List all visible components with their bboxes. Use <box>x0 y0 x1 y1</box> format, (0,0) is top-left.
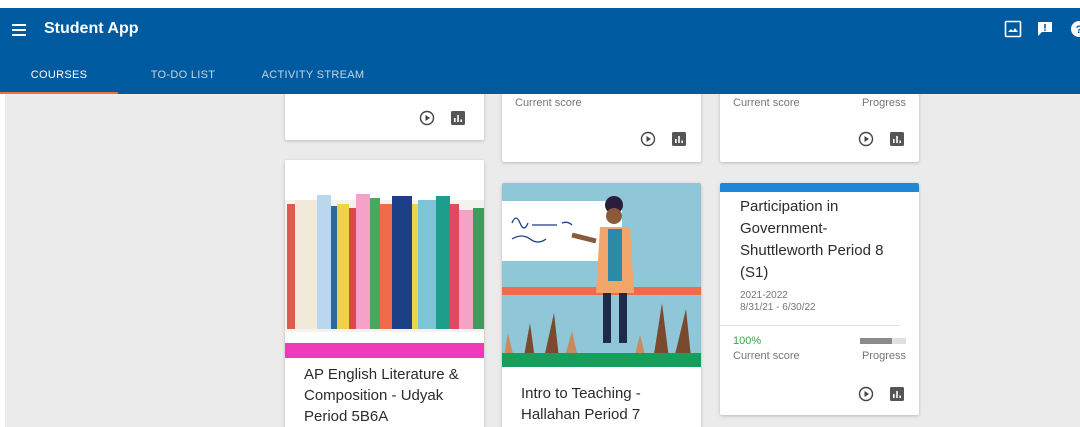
image-gallery-icon[interactable] <box>1004 20 1022 38</box>
progress-label: Progress <box>861 97 906 109</box>
svg-text:?: ? <box>1076 24 1080 36</box>
course-card-participation-government[interactable]: Participation in Government-Shuttleworth… <box>720 183 919 415</box>
bar-chart-icon[interactable] <box>671 131 687 147</box>
play-circle-icon[interactable] <box>419 110 435 126</box>
bar-chart-icon[interactable] <box>450 110 466 126</box>
card-actions <box>419 110 467 128</box>
course-card-top-2[interactable]: Current score <box>502 94 701 162</box>
progress-label: Progress <box>861 350 906 362</box>
tab-courses[interactable]: COURSES <box>0 64 118 94</box>
app-title: Student App <box>44 20 139 37</box>
feedback-icon[interactable] <box>1036 20 1054 38</box>
current-score-label: Current score <box>515 97 582 109</box>
course-dates: 8/31/21 - 6/30/22 <box>740 302 816 313</box>
books-banner-image <box>285 160 484 343</box>
course-card-top-1[interactable] <box>285 94 484 140</box>
current-score-label: Current score <box>733 350 800 362</box>
card-accent-bar <box>285 343 484 358</box>
course-card-top-3[interactable]: Current score Progress <box>720 94 919 162</box>
tab-activity-stream[interactable]: ACTIVITY STREAM <box>256 64 370 94</box>
courses-grid: Current score Current score Progress AP … <box>5 94 1080 427</box>
card-actions <box>858 131 906 149</box>
tab-bar: COURSES TO-DO LIST ACTIVITY STREAM <box>0 64 1080 94</box>
course-card-ap-english[interactable]: AP English Literature & Composition - Ud… <box>285 160 484 427</box>
course-card-intro-teaching[interactable]: Intro to Teaching - Hallahan Period 7 <box>502 183 701 427</box>
app-bar: Student App ? COURSES TO-DO LIST ACTIVIT… <box>0 8 1080 94</box>
card-accent-bar <box>720 183 919 192</box>
card-actions <box>858 386 906 404</box>
current-score-value: 100% <box>733 335 762 347</box>
school-year: 2021-2022 <box>740 290 788 301</box>
progress-bar-fill <box>860 338 893 344</box>
bar-chart-icon[interactable] <box>889 131 905 147</box>
course-title[interactable]: Intro to Teaching - Hallahan Period 7 <box>521 383 686 425</box>
hamburger-menu-icon[interactable] <box>12 24 26 36</box>
card-actions <box>640 131 688 149</box>
play-circle-icon[interactable] <box>858 131 874 147</box>
tab-to-do-list[interactable]: TO-DO LIST <box>140 64 226 94</box>
progress-bar <box>860 338 906 344</box>
course-title[interactable]: AP English Literature & Composition - Ud… <box>304 364 469 427</box>
divider <box>720 325 900 326</box>
bar-chart-icon[interactable] <box>889 386 905 402</box>
help-icon[interactable]: ? <box>1070 20 1080 38</box>
app-title-row: Student App ? <box>0 8 1080 52</box>
teaching-banner-image <box>502 183 701 367</box>
play-circle-icon[interactable] <box>858 386 874 402</box>
current-score-label: Current score <box>733 97 800 109</box>
play-circle-icon[interactable] <box>640 131 656 147</box>
course-title[interactable]: Participation in Government-Shuttleworth… <box>740 196 910 284</box>
